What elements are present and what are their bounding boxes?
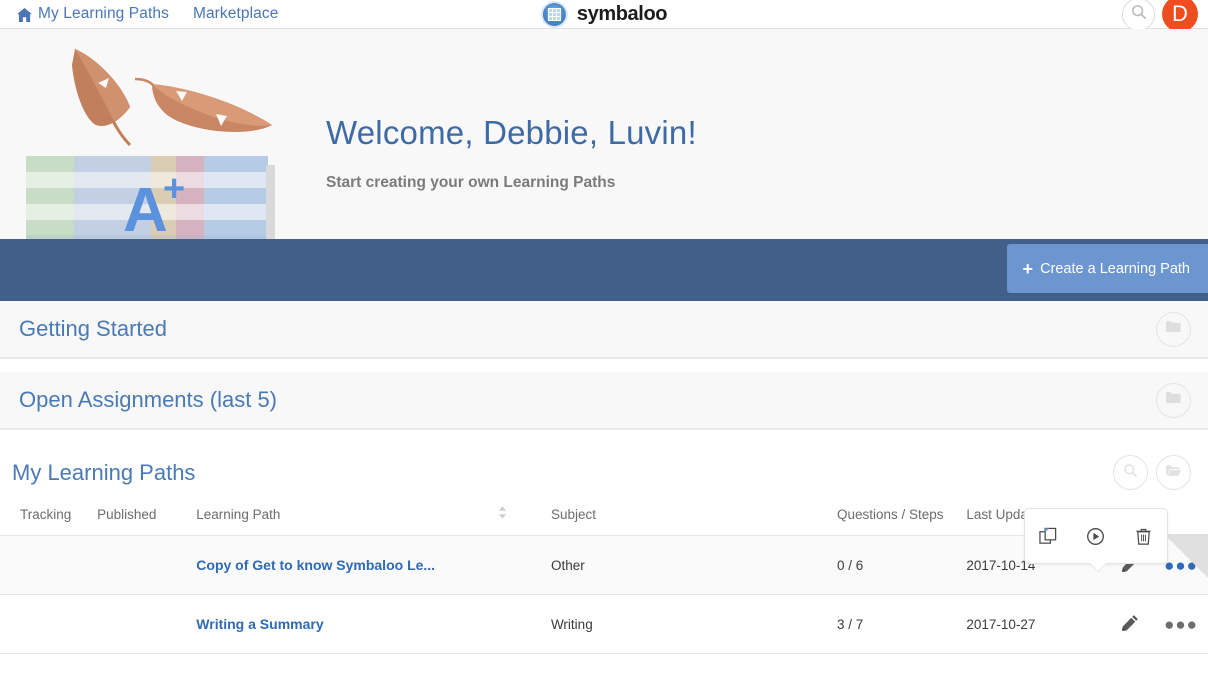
ellipsis-icon[interactable]: ●●● bbox=[1164, 615, 1198, 634]
home-icon bbox=[17, 8, 32, 22]
learning-paths-search-button[interactable] bbox=[1113, 455, 1148, 490]
svg-text:A: A bbox=[123, 176, 168, 239]
cell-edit bbox=[1106, 594, 1155, 654]
nav-item-marketplace[interactable]: Marketplace bbox=[193, 5, 279, 23]
learning-path-link[interactable]: Copy of Get to know Symbaloo Le... bbox=[196, 557, 435, 573]
getting-started-folder-button[interactable] bbox=[1156, 311, 1191, 347]
section-open-assignments[interactable]: Open Assignments (last 5) bbox=[0, 372, 1208, 430]
cell-learning-path-name: Writing a Summary bbox=[196, 594, 535, 654]
create-learning-path-button[interactable]: + Create a Learning Path bbox=[1006, 244, 1208, 293]
column-header-name[interactable]: Learning Path bbox=[196, 490, 499, 536]
nav-label: Marketplace bbox=[192, 5, 279, 22]
open-assignments-folder-button[interactable] bbox=[1156, 382, 1191, 418]
cell-tracking bbox=[0, 594, 98, 654]
action-bar: + Create a Learning Path bbox=[0, 239, 1208, 301]
folder-open-icon bbox=[1166, 464, 1181, 482]
corner-triangle-decoration bbox=[1164, 534, 1208, 578]
create-learning-path-label: Create a Learning Path bbox=[1040, 260, 1190, 277]
hero-banner: A + Welcome, Debbie, Luvin! Start creati… bbox=[0, 29, 1208, 239]
sort-arrows-icon bbox=[498, 506, 507, 522]
cell-subject: Other bbox=[534, 535, 837, 595]
search-icon bbox=[1131, 4, 1147, 25]
table-row[interactable]: Writing a Summary Writing 3 / 7 2017-10-… bbox=[0, 594, 1208, 654]
cell-subject: Writing bbox=[534, 594, 837, 654]
svg-text:+: + bbox=[163, 168, 185, 210]
nav-label: My Learning Paths bbox=[38, 5, 169, 22]
row-action-popup bbox=[1024, 508, 1168, 572]
column-header-questions: Questions / Steps bbox=[836, 490, 967, 536]
brand-wordmark: symbaloo bbox=[576, 2, 668, 25]
trash-icon[interactable] bbox=[1134, 527, 1153, 546]
nav-links: My Learning Paths Marketplace bbox=[0, 5, 278, 23]
cell-published bbox=[97, 535, 197, 595]
top-navigation-bar: My Learning Paths Marketplace symbaloo D bbox=[0, 0, 1208, 32]
column-header-subject: Subject bbox=[534, 490, 837, 536]
cell-questions: 3 / 7 bbox=[836, 594, 967, 654]
my-learning-paths-title: My Learning Paths bbox=[12, 459, 196, 485]
learning-paths-folder-button[interactable] bbox=[1156, 455, 1191, 490]
nav-item-my-learning-paths[interactable]: My Learning Paths bbox=[17, 5, 169, 23]
pencil-icon[interactable] bbox=[1121, 614, 1139, 634]
symbaloo-mark-icon bbox=[540, 0, 568, 28]
folder-icon bbox=[1166, 391, 1181, 409]
cell-tracking bbox=[0, 535, 98, 595]
user-avatar[interactable]: D bbox=[1162, 0, 1198, 32]
feather-icon-1 bbox=[72, 49, 132, 147]
plus-icon: + bbox=[1022, 258, 1034, 279]
cell-published bbox=[97, 594, 197, 654]
cell-last-update: 2017-10-27 bbox=[966, 594, 1107, 654]
folder-icon bbox=[1166, 320, 1181, 338]
column-header-tracking: Tracking bbox=[0, 490, 98, 536]
hero-illustration: A + bbox=[0, 29, 300, 239]
my-learning-paths-header: My Learning Paths bbox=[0, 443, 1208, 490]
copy-icon[interactable] bbox=[1039, 527, 1058, 546]
welcome-title: Welcome, Debbie, Luvin! bbox=[326, 114, 697, 151]
cell-learning-path-name: Copy of Get to know Symbaloo Le... bbox=[196, 535, 535, 595]
feather-icon-2 bbox=[134, 77, 272, 132]
column-sort-button[interactable] bbox=[498, 490, 535, 536]
section-getting-started[interactable]: Getting Started bbox=[0, 301, 1208, 359]
avatar-initial: D bbox=[1172, 1, 1188, 26]
section-title: Open Assignments (last 5) bbox=[19, 387, 278, 412]
search-button[interactable] bbox=[1122, 0, 1155, 31]
section-title: Getting Started bbox=[19, 316, 167, 341]
learning-path-link[interactable]: Writing a Summary bbox=[196, 616, 323, 632]
my-learning-paths-actions bbox=[1113, 455, 1191, 490]
search-icon bbox=[1123, 463, 1138, 483]
symbaloo-logo[interactable]: symbaloo bbox=[540, 0, 668, 28]
welcome-subtitle: Start creating your own Learning Paths bbox=[326, 174, 616, 191]
play-icon[interactable] bbox=[1086, 527, 1105, 546]
column-header-published: Published bbox=[97, 490, 197, 536]
cell-questions: 0 / 6 bbox=[836, 535, 967, 595]
grade-card: A + bbox=[26, 156, 275, 239]
hero-text-block: Welcome, Debbie, Luvin! Start creating y… bbox=[326, 114, 697, 192]
nav-right-actions: D bbox=[1122, 0, 1200, 32]
cell-more: ●●● bbox=[1154, 594, 1208, 654]
